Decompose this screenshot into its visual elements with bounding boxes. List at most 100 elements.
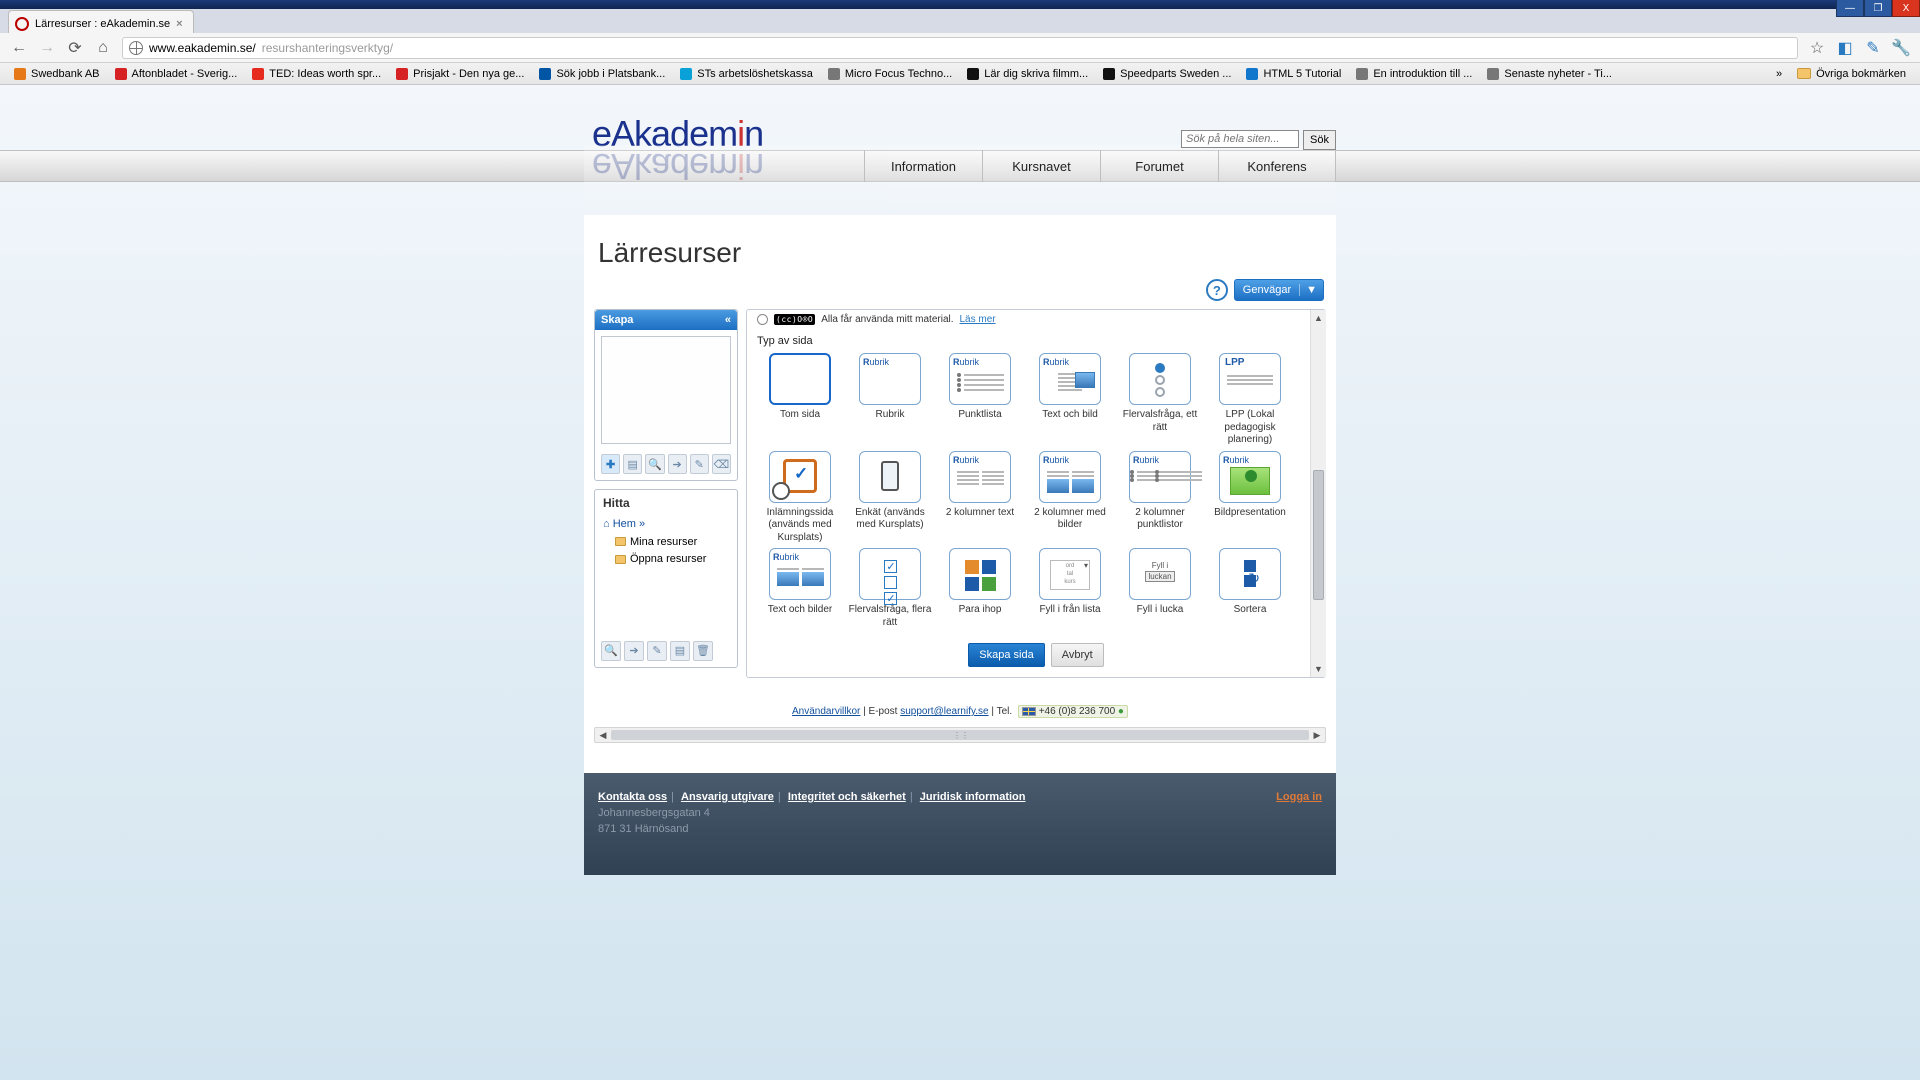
page-type-tile[interactable]: Enkät (används med Kursplats) (847, 451, 933, 545)
support-email-link[interactable]: support@learnify.se (900, 706, 988, 717)
page-type-tile[interactable]: Sortera (1207, 548, 1293, 629)
h-scrollbar-thumb[interactable]: ⋮⋮ (611, 730, 1309, 740)
tile-thumbnail (859, 548, 921, 600)
bookmark-item[interactable]: Aftonbladet - Sverig... (109, 66, 244, 82)
page-type-tile[interactable]: RubrikPunktlista (937, 353, 1023, 447)
tree-my-resources[interactable]: Mina resurser (603, 534, 729, 552)
find-tool-5[interactable]: 🗑 (693, 641, 713, 661)
tool-button-2[interactable]: ▤ (623, 454, 642, 474)
tile-label: Bildpresentation (1207, 507, 1293, 520)
tile-label: Inlämningssida (används med Kursplats) (757, 507, 843, 545)
help-icon[interactable]: ? (1206, 279, 1228, 301)
bookmark-favicon (252, 68, 264, 80)
page-type-tile[interactable]: LPP (Lokal pedagogisk planering) (1207, 353, 1293, 447)
nav-back-button[interactable]: ← (10, 39, 28, 57)
terms-link[interactable]: Användarvillkor (792, 706, 860, 717)
browser-toolbar: ← → ⟳ ⌂ www.eakademin.se/resurshantering… (0, 33, 1920, 63)
other-bookmarks-button[interactable]: Övriga bokmärken (1791, 66, 1912, 82)
page-type-tile[interactable]: Fyll iluckanFyll i lucka (1117, 548, 1203, 629)
footer-security[interactable]: Integritet och säkerhet (788, 791, 906, 803)
site-search-input[interactable] (1181, 130, 1299, 148)
tree-open-resources[interactable]: Öppna resurser (603, 551, 729, 569)
scrollbar-thumb[interactable] (1313, 470, 1324, 600)
page-type-tile[interactable]: Para ihop (937, 548, 1023, 629)
content-h-scrollbar[interactable]: ◀ ⋮⋮ ▶ (594, 727, 1326, 743)
tile-label: 2 kolumner text (937, 507, 1023, 520)
nav-reload-button[interactable]: ⟳ (66, 39, 84, 57)
footer-legal[interactable]: Juridisk information (920, 791, 1026, 803)
wrench-icon[interactable]: 🔧 (1892, 39, 1910, 57)
cc-radio[interactable] (757, 314, 768, 325)
create-preview (601, 336, 731, 444)
tile-thumbnail: Rubrik (949, 451, 1011, 503)
bookmark-item[interactable]: Prisjakt - Den nya ge... (390, 66, 530, 82)
footer-publisher[interactable]: Ansvarig utgivare (681, 791, 774, 803)
page-type-tile[interactable]: Rubrik2 kolumner med bilder (1027, 451, 1113, 545)
page-type-tile[interactable]: Inlämningssida (används med Kursplats) (757, 451, 843, 545)
nav-konferens[interactable]: Konferens (1218, 150, 1336, 182)
login-link[interactable]: Logga in (1276, 791, 1322, 803)
footer-address-1: Johannesbergsgatan 4 (598, 807, 1026, 819)
address-bar[interactable]: www.eakademin.se/resurshanteringsverktyg… (122, 37, 1798, 59)
tree-home[interactable]: ⌂ Hem » (603, 516, 729, 534)
bookmark-item[interactable]: Lär dig skriva filmm... (961, 66, 1094, 82)
find-tool-2[interactable]: ➔ (624, 641, 644, 661)
url-host: www.eakademin.se/ (149, 41, 256, 55)
nav-forward-button[interactable]: → (38, 39, 56, 57)
chevron-down-icon: ▼ (1299, 284, 1323, 296)
nav-forumet[interactable]: Forumet (1100, 150, 1218, 182)
bookmark-item[interactable]: Sök jobb i Platsbank... (533, 66, 671, 82)
tool-button-6[interactable]: ⌫ (712, 454, 731, 474)
find-tool-4[interactable]: ▤ (670, 641, 690, 661)
cc-read-more-link[interactable]: Läs mer (960, 314, 996, 325)
find-tool-1[interactable]: 🔍 (601, 641, 621, 661)
site-search-button[interactable]: Sök (1303, 130, 1336, 150)
page-type-tile[interactable]: ordtalkursFyll i från lista (1027, 548, 1113, 629)
tool-button-4[interactable]: ➔ (668, 454, 687, 474)
window-minimize-button[interactable]: — (1836, 0, 1864, 17)
shortcuts-button[interactable]: Genvägar ▼ (1234, 279, 1324, 301)
window-close-button[interactable]: X (1892, 0, 1920, 17)
extension-icon-2[interactable]: ✎ (1864, 39, 1882, 57)
collapse-icon[interactable]: « (725, 314, 731, 326)
bookmark-item[interactable]: Speedparts Sweden ... (1097, 66, 1237, 82)
bookmark-item[interactable]: En introduktion till ... (1350, 66, 1478, 82)
page-type-tile[interactable]: RubrikText och bild (1027, 353, 1113, 447)
page-type-tile[interactable]: RubrikBildpresentation (1207, 451, 1293, 545)
flag-se-icon (1022, 707, 1036, 716)
bookmark-item[interactable]: Micro Focus Techno... (822, 66, 958, 82)
bookmark-star-icon[interactable]: ☆ (1808, 39, 1826, 57)
nav-information[interactable]: Information (864, 150, 982, 182)
bookmark-item[interactable]: Senaste nyheter - Ti... (1481, 66, 1618, 82)
browser-tab[interactable]: Lärresurser : eAkademin.se × (8, 10, 194, 33)
nav-kursnavet[interactable]: Kursnavet (982, 150, 1100, 182)
page-type-tile[interactable]: Flervalsfråga, ett rätt (1117, 353, 1203, 447)
page-type-tile[interactable]: Rubrik 2 kolumner text (937, 451, 1023, 545)
page-type-tile[interactable]: Rubrik2 kolumner punktlistor (1117, 451, 1203, 545)
create-page-button[interactable]: Skapa sida (968, 643, 1044, 667)
find-tool-3[interactable]: ✎ (647, 641, 667, 661)
cancel-button[interactable]: Avbryt (1051, 643, 1104, 667)
bookmark-item[interactable]: HTML 5 Tutorial (1240, 66, 1347, 82)
page-type-tile[interactable]: RubrikText och bilder (757, 548, 843, 629)
footer-contact[interactable]: Kontakta oss (598, 791, 667, 803)
add-page-button[interactable]: ✚ (601, 454, 620, 474)
bookmark-item[interactable]: Swedbank AB (8, 66, 106, 82)
url-path: resurshanteringsverktyg/ (262, 41, 393, 55)
bookmarks-overflow[interactable]: » (1770, 66, 1788, 82)
tile-thumbnail (1219, 548, 1281, 600)
tile-label: 2 kolumner punktlistor (1117, 507, 1203, 532)
workspace-scrollbar[interactable]: ▲ ▼ (1310, 310, 1326, 677)
bookmark-item[interactable]: STs arbetslöshetskassa (674, 66, 819, 82)
tab-close-icon[interactable]: × (176, 18, 182, 30)
folder-icon (1797, 68, 1811, 79)
bookmark-item[interactable]: TED: Ideas worth spr... (246, 66, 387, 82)
tool-button-5[interactable]: ✎ (690, 454, 709, 474)
page-type-tile[interactable]: Flervalsfråga, flera rätt (847, 548, 933, 629)
extension-icon-1[interactable]: ◧ (1836, 39, 1854, 57)
page-type-tile[interactable]: RubrikRubrik (847, 353, 933, 447)
nav-home-button[interactable]: ⌂ (94, 39, 112, 57)
tool-button-3[interactable]: 🔍 (645, 454, 664, 474)
window-maximize-button[interactable]: ❐ (1864, 0, 1892, 17)
page-type-tile[interactable]: Tom sida (757, 353, 843, 447)
